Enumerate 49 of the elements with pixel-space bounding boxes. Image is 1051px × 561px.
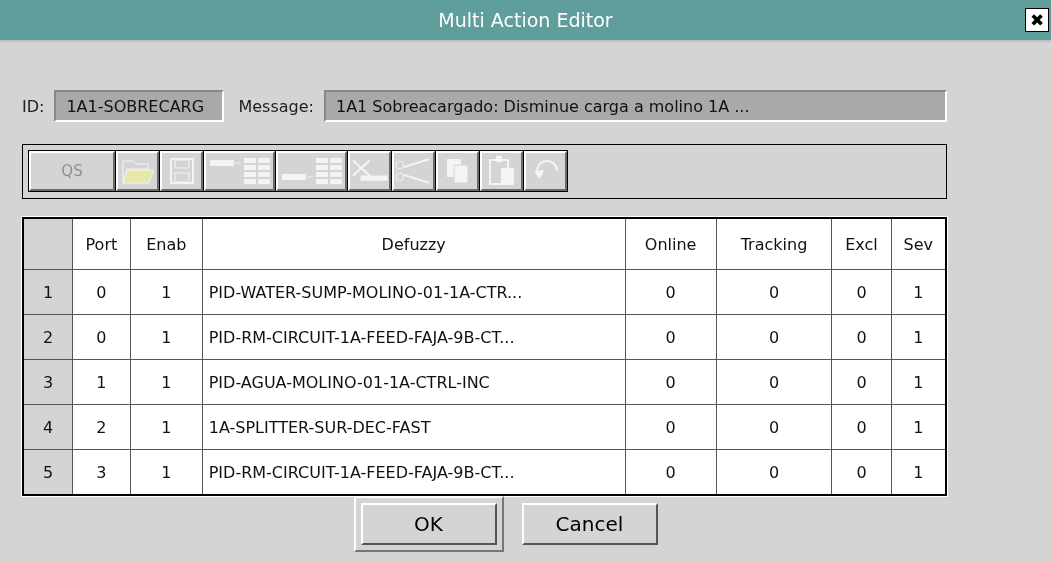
table-cell: 2 <box>72 404 131 450</box>
table-cell: 0 <box>72 269 131 315</box>
table-cell: 1A-SPLITTER-SUR-DEC-FAST <box>202 404 626 450</box>
ok-button[interactable]: OK <box>360 503 497 545</box>
close-button[interactable]: ✖ <box>1025 8 1049 32</box>
table-cell: 1 <box>72 359 131 405</box>
row-number: 1 <box>23 269 73 315</box>
table-cell: 0 <box>716 359 832 405</box>
clipboard-icon <box>486 155 517 187</box>
table-cell: 0 <box>831 359 892 405</box>
table-cell: 0 <box>716 404 832 450</box>
table-cell: 1 <box>130 359 203 405</box>
table-cell: 1 <box>130 269 203 315</box>
folder-icon <box>120 157 155 185</box>
row-to-table-icon <box>279 156 344 186</box>
id-label: ID: <box>22 96 45 116</box>
column-header: Online <box>625 218 717 270</box>
table-cell: 1 <box>130 314 203 360</box>
message-label: Message: <box>238 96 314 116</box>
cancel-button[interactable]: Cancel <box>521 503 658 545</box>
message-field[interactable]: 1A1 Sobreacargado: Disminue carga a molino 1A ... <box>323 90 947 122</box>
column-header: Tracking <box>716 218 832 270</box>
column-header: Defuzzy <box>202 218 626 270</box>
table-cell: 0 <box>831 269 892 315</box>
table-cell: 0 <box>625 359 717 405</box>
row-number: 2 <box>23 314 73 360</box>
row-to-table-icon <box>207 156 272 186</box>
table-cell: 0 <box>716 269 832 315</box>
id-field[interactable]: 1A1-SOBRECARG <box>54 90 225 122</box>
table-cell: 0 <box>625 269 717 315</box>
table-cell: 0 <box>716 314 832 360</box>
row-number: 4 <box>23 404 73 450</box>
column-header: Excl <box>831 218 892 270</box>
window-title: Multi Action Editor <box>438 9 613 31</box>
table-cell: 0 <box>625 314 717 360</box>
column-header: Enab <box>130 218 203 270</box>
table-cell: PID-AGUA-MOLINO-01-1A-CTRL-INC <box>202 359 626 405</box>
table-cell: PID-RM-CIRCUIT-1A-FEED-FAJA-9B-CT... <box>202 314 626 360</box>
table-cell: 1 <box>130 404 203 450</box>
table-cell: 0 <box>625 404 717 450</box>
row-number: 5 <box>23 449 73 495</box>
column-header: Port <box>72 218 131 270</box>
corner-cell <box>23 218 73 270</box>
row-number: 3 <box>23 359 73 405</box>
table-cell: 0 <box>72 314 131 360</box>
table-cell: 0 <box>831 314 892 360</box>
column-header: Sev <box>891 218 946 270</box>
table-cell: PID-WATER-SUMP-MOLINO-01-1A-CTR... <box>202 269 626 315</box>
table-cell: 0 <box>831 404 892 450</box>
